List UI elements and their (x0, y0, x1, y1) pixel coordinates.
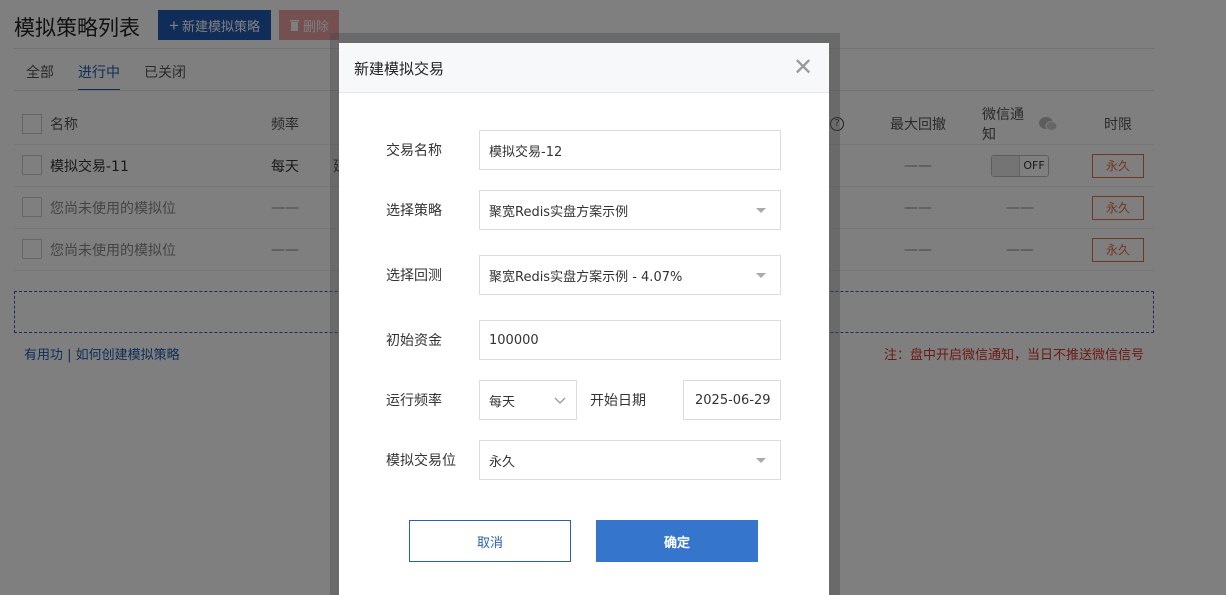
backtest-select[interactable]: 聚宽Redis实盘方案示例 - 4.07% (479, 255, 781, 295)
frequency-label: 运行频率 (386, 393, 442, 409)
capital-input[interactable]: 100000 (479, 320, 781, 360)
start-date-label: 开始日期 (590, 393, 646, 409)
chevron-down-icon (554, 397, 566, 404)
new-trade-dialog: 新建模拟交易 ✕ 交易名称 模拟交易-12 选择策略 聚宽Redis实盘方案示例… (339, 43, 829, 595)
slot-select[interactable]: 永久 (479, 440, 781, 480)
backtest-value: 聚宽Redis实盘方案示例 - 4.07% (489, 269, 683, 285)
caret-down-icon (756, 208, 766, 213)
cancel-button[interactable]: 取消 (409, 520, 571, 562)
dialog-header: 新建模拟交易 ✕ (339, 43, 829, 93)
trade-name-input[interactable]: 模拟交易-12 (479, 130, 781, 170)
confirm-button[interactable]: 确定 (596, 520, 758, 562)
frequency-select[interactable]: 每天 (479, 380, 577, 420)
trade-name-value: 模拟交易-12 (489, 144, 563, 160)
strategy-label: 选择策略 (386, 203, 442, 219)
strategy-value: 聚宽Redis实盘方案示例 (489, 204, 629, 220)
frequency-value: 每天 (489, 394, 516, 410)
strategy-select[interactable]: 聚宽Redis实盘方案示例 (479, 190, 781, 230)
start-date-value: 2025-06-29 (695, 392, 771, 408)
slot-label: 模拟交易位 (386, 453, 456, 469)
close-icon[interactable]: ✕ (793, 55, 813, 79)
start-date-input[interactable]: 2025-06-29 (683, 380, 781, 420)
slot-value: 永久 (489, 454, 516, 470)
caret-down-icon (756, 273, 766, 278)
backtest-label: 选择回测 (386, 268, 442, 284)
capital-value: 100000 (489, 332, 539, 348)
dialog-title: 新建模拟交易 (354, 60, 445, 78)
trade-name-label: 交易名称 (386, 143, 442, 159)
caret-down-icon (756, 458, 766, 463)
capital-label: 初始资金 (386, 333, 442, 349)
